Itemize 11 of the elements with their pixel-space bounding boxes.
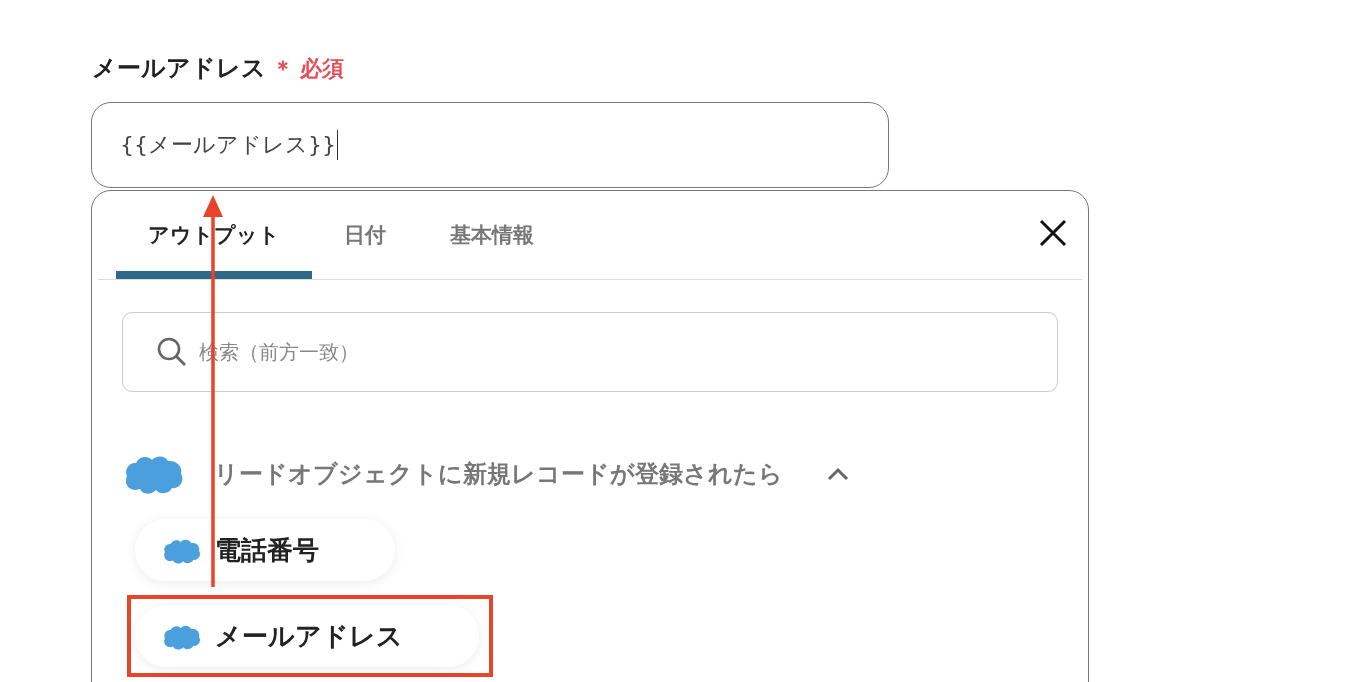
output-item[interactable]: 電話番号 <box>135 519 395 582</box>
required-mark: ＊ <box>272 55 294 83</box>
output-item[interactable]: メールアドレス <box>135 605 479 668</box>
tab[interactable]: 日付 <box>312 191 418 279</box>
field-label: メールアドレス <box>92 53 266 84</box>
caret-icon <box>827 466 849 481</box>
group-title: リードオブジェクトに新規レコードが登録されたら <box>214 458 783 490</box>
tab[interactable]: 基本情報 <box>418 191 566 279</box>
email-field[interactable]: {{メールアドレス}} <box>91 102 889 188</box>
search-icon <box>156 336 188 368</box>
required-text: 必須 <box>300 55 344 83</box>
